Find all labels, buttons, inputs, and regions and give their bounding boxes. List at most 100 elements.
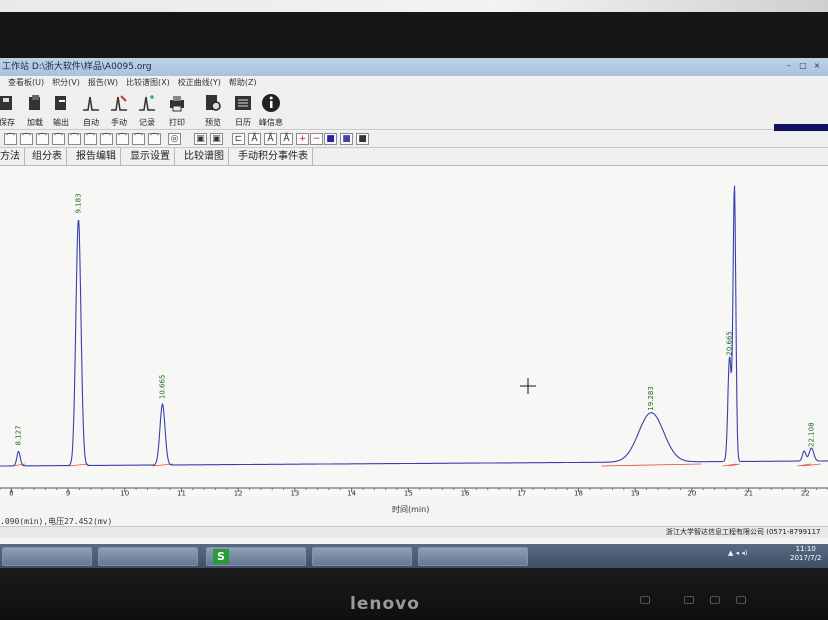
calendar-label: 日历: [235, 118, 251, 127]
peak-info-label: 峰信息: [259, 118, 283, 127]
auto-integrate-button[interactable]: 自动: [78, 93, 104, 129]
zoom-box-icon[interactable]: ▣: [194, 133, 207, 145]
monitor-power-icon[interactable]: [640, 596, 650, 604]
menu-item-integration[interactable]: 积分(V): [52, 76, 80, 90]
export-icon: [55, 96, 66, 110]
baseline-tool-5-icon[interactable]: ⌒: [68, 133, 81, 145]
zoom-reset-icon[interactable]: ▣: [210, 133, 223, 145]
tab-bar: 方法 组分表 报告编辑 显示设置 比较谱图 手动积分事件表: [0, 148, 828, 166]
monitor-menu-icon[interactable]: [684, 596, 694, 604]
monitor-brand-logo: lenovo: [350, 594, 420, 614]
baseline-tool-7-icon[interactable]: ⌒: [100, 133, 113, 145]
tab-manual-integration[interactable]: 手动积分事件表: [234, 148, 313, 166]
x-tick-label-11: 11: [177, 490, 186, 497]
calendar-button[interactable]: 日历: [230, 93, 256, 129]
peak-label-3: 19.283: [647, 386, 655, 411]
tab-report-edit[interactable]: 报告编辑: [72, 148, 121, 166]
auto-label: 自动: [83, 118, 99, 127]
preview-label: 预览: [205, 118, 221, 127]
peak-label-1: 9.183: [74, 193, 82, 213]
save-icon: [0, 96, 12, 110]
save-button[interactable]: 保存: [0, 93, 20, 129]
x-tick-label-14: 14: [347, 490, 356, 497]
load-button[interactable]: 加载: [22, 93, 48, 129]
baseline-tool-8-icon[interactable]: ⌒: [116, 133, 129, 145]
chromatogram-plot[interactable]: 8 9 10 11 12 13 14 15 16 17 18 19 20 21 22 8.127 9.183 10…: [0, 166, 828, 496]
tab-method[interactable]: 方法: [0, 148, 25, 166]
tab-component-table[interactable]: 组分表: [28, 148, 67, 166]
menu-item-calibration[interactable]: 校正曲线(Y): [178, 76, 221, 90]
export-label: 输出: [53, 118, 69, 127]
manual-integrate-button[interactable]: 手动: [106, 93, 132, 129]
x-tick-label-9: 9: [66, 490, 70, 497]
baseline-tool-9-icon[interactable]: ⌒: [132, 133, 145, 145]
manual-peak-icon: [111, 95, 127, 111]
peak-label-2: 10.665: [158, 375, 166, 400]
color-red-icon[interactable]: ■: [324, 133, 337, 145]
tab-compare-spectra[interactable]: 比较谱图: [180, 148, 229, 166]
taskbar-app-5[interactable]: [418, 547, 528, 566]
manual-label: 手动: [111, 118, 127, 127]
menu-bar: 查看板(U) 积分(V) 报告(W) 比较谱图(X) 校正曲线(Y) 帮助(Z): [0, 76, 828, 90]
peak-mark-2-icon[interactable]: Å: [264, 133, 277, 145]
menu-item-compare[interactable]: 比较谱图(X): [126, 76, 170, 90]
chromatogram-trace: [0, 185, 828, 467]
auto-peak-icon: [83, 96, 99, 111]
peak-mark-1-icon[interactable]: Å: [248, 133, 261, 145]
peak-info-button[interactable]: 峰信息: [258, 93, 284, 129]
x-tick-label-22: 22: [801, 490, 810, 497]
split-icon[interactable]: ⊏: [232, 133, 245, 145]
monitor-input-icon[interactable]: [736, 596, 746, 604]
peak-mark-3-icon[interactable]: Å: [280, 133, 293, 145]
tab-display-settings[interactable]: 显示设置: [126, 148, 175, 166]
window-titlebar: 工作站 D:\浙大软件\样品\A0095.org – □ ×: [0, 58, 828, 76]
x-tick-label-19: 19: [631, 490, 640, 497]
baseline-tool-3-icon[interactable]: ⌒: [36, 133, 49, 145]
taskbar-app-1[interactable]: [2, 547, 92, 566]
baseline-tool-10-icon[interactable]: ⌒: [148, 133, 161, 145]
x-tick-label-21: 21: [744, 490, 753, 497]
baseline-tool-2-icon[interactable]: ⌒: [20, 133, 33, 145]
system-tray[interactable]: ▲ ◂ ◂): [728, 549, 748, 557]
clock-time: 11:10: [795, 545, 816, 553]
x-tick-label-10: 10: [120, 490, 129, 497]
peak-label-5: 22.108: [807, 422, 815, 447]
taskbar-clock[interactable]: 11:10 2017/7/2: [790, 545, 821, 563]
record-label: 记录: [139, 118, 155, 127]
taskbar: S: [0, 544, 828, 568]
add-peak-icon[interactable]: +: [296, 133, 309, 145]
baseline-tool-6-icon[interactable]: ⌒: [84, 133, 97, 145]
export-button[interactable]: 输出: [48, 93, 74, 129]
save-label: 保存: [0, 118, 15, 127]
maximize-button[interactable]: □: [796, 60, 810, 72]
menu-item-view[interactable]: 查看板(U): [8, 76, 44, 90]
calendar-icon: [235, 96, 251, 110]
printer-icon: [170, 96, 184, 112]
record-button[interactable]: 记录: [134, 93, 160, 129]
bar-chart-icon[interactable]: ■: [356, 133, 369, 145]
x-tick-label-18: 18: [574, 490, 583, 497]
load-icon: [29, 95, 40, 110]
record-peak-icon: [139, 95, 155, 111]
print-button[interactable]: 打印: [164, 93, 190, 129]
monitor-adjust-icon[interactable]: [710, 596, 720, 604]
close-button[interactable]: ×: [810, 60, 824, 72]
menu-item-help[interactable]: 帮助(Z): [229, 76, 257, 90]
peak-label-4: 20.665: [726, 331, 734, 356]
peak-baseline-1: [68, 463, 89, 467]
x-tick-label-20: 20: [687, 490, 696, 497]
zoom-icon[interactable]: ◎: [168, 133, 181, 145]
taskbar-app-3[interactable]: S: [206, 547, 306, 566]
x-tick-label-16: 16: [461, 490, 470, 497]
taskbar-app-4[interactable]: [312, 547, 412, 566]
baseline-tool-1-icon[interactable]: ⌒: [4, 133, 17, 145]
remove-peak-icon[interactable]: −: [310, 133, 323, 145]
chromatogram-svg[interactable]: 8 9 10 11 12 13 14 15 16 17 18 19 20 21 22 8.127 9.183 10…: [0, 166, 828, 496]
preview-button[interactable]: 预览: [200, 93, 226, 129]
minimize-button[interactable]: –: [782, 60, 796, 72]
baseline-tool-4-icon[interactable]: ⌒: [52, 133, 65, 145]
taskbar-app-2[interactable]: [98, 547, 198, 566]
menu-item-report[interactable]: 报告(W): [88, 76, 118, 90]
color-blue-icon[interactable]: ■: [340, 133, 353, 145]
window-title: 工作站 D:\浙大软件\样品\A0095.org: [2, 62, 152, 72]
